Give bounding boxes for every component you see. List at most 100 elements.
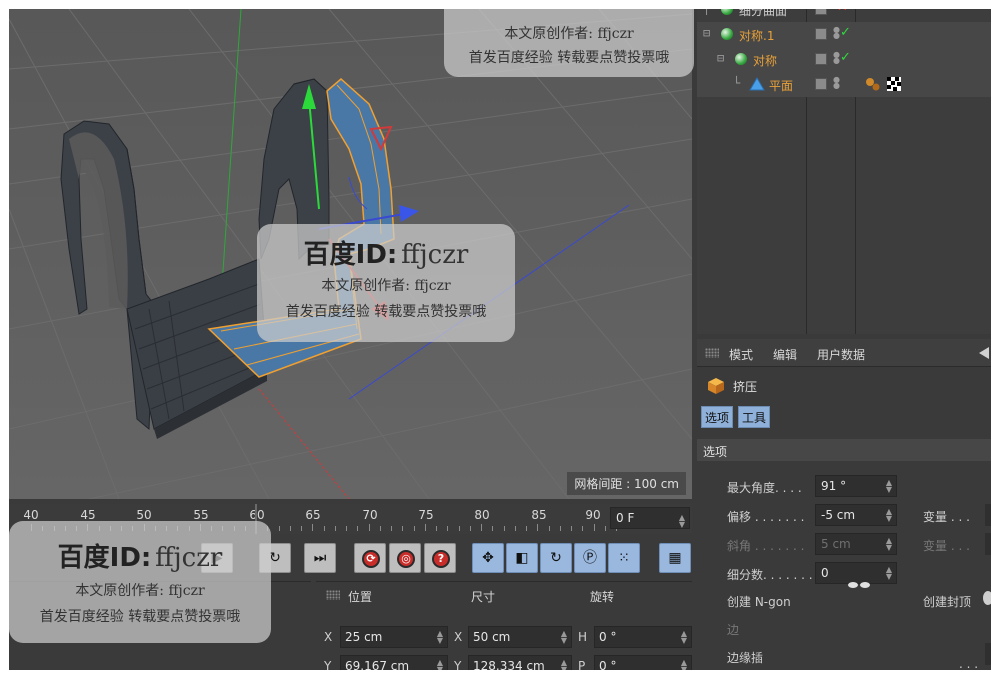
edge-insert-field[interactable] [985, 643, 991, 665]
offset-variance-label: 变量 . . . [923, 510, 970, 524]
size-x-field[interactable]: 50 cm ▲ ▼ [468, 626, 572, 648]
watermark-center: 百度ID: ffjczr 本文原创作者: ffjczr 首发百度经验 转载要点赞… [257, 224, 515, 342]
visibility-dots-icon[interactable]: ● ● [833, 26, 840, 40]
tick-mark [312, 524, 314, 531]
extrude-cube-icon [708, 378, 724, 394]
position-y-field[interactable]: 69.167 cm ▲ ▼ [340, 655, 448, 670]
tick-label: 90 [585, 508, 601, 522]
tick-mark [469, 526, 471, 531]
coordinate-manager[interactable]: 位置 尺寸 旋转 X 25 cm ▲ ▼ X 50 cm ▲ ▼ H 0 ° ▲ ▼ Y 6… [316, 581, 692, 670]
axis-label: Y [324, 659, 332, 670]
tick-mark [492, 526, 494, 531]
edge-insert-label: 边缘插 [727, 651, 764, 665]
tick-label: 40 [23, 508, 39, 522]
tick-mark [413, 526, 415, 531]
tick-mark [582, 526, 584, 531]
enabled-check-icon[interactable]: ✓ [840, 25, 851, 40]
tab-options[interactable]: 选项 [701, 406, 734, 428]
point-key-button[interactable]: ⁙ [608, 543, 640, 573]
tick-mark [278, 526, 280, 531]
autokey-button[interactable]: ◎ [389, 543, 421, 573]
menu-user-data[interactable]: 用户数据 [817, 346, 865, 363]
layer-icon[interactable] [815, 9, 827, 15]
object-row-symmetry-1[interactable]: ⊟ 对称.1 ● ● ✓ [697, 22, 991, 47]
menu-mode[interactable]: 模式 [729, 346, 753, 363]
bevel-field[interactable]: 5 cm ▲ ▼ [815, 533, 897, 555]
size-header: 尺寸 [471, 590, 496, 604]
material-tag-icon[interactable] [887, 77, 901, 91]
create-caps-checkbox[interactable] [983, 591, 991, 605]
bevel-variance-field[interactable] [985, 533, 991, 555]
subdivision-icon [721, 9, 733, 15]
tick-mark [447, 526, 449, 531]
attribute-manager[interactable]: 模式 编辑 用户数据 挤压 选项 工具 选项 最大角度. . . . 91 ° ▲… [697, 339, 991, 670]
attribute-menu-bar: 模式 编辑 用户数据 [697, 339, 991, 367]
record-keys-button[interactable]: ⟳ [354, 543, 386, 573]
object-row-plane[interactable]: └ 平面 ● ● [697, 72, 991, 97]
layer-icon[interactable] [815, 28, 827, 40]
max-angle-field[interactable]: 91 ° ▲ ▼ [815, 475, 897, 497]
tick-mark [514, 526, 516, 531]
tick-mark [323, 526, 325, 531]
tick-label: 50 [136, 508, 152, 522]
object-row-subdivision[interactable]: ├ 细分曲面 ✕ [697, 9, 991, 22]
offset-label: 偏移 . . . . . . . [727, 510, 805, 524]
grip-icon[interactable] [326, 590, 340, 600]
back-arrow-icon[interactable] [979, 347, 989, 359]
tick-mark [503, 526, 505, 531]
object-row-symmetry[interactable]: ⊟ 对称 ● ● ✓ [697, 47, 991, 72]
disabled-x-icon[interactable]: ✕ [837, 9, 848, 15]
cinema4d-window: 网格间距 : 100 cm ├ 细分曲面 ✕ ⊟ 对称.1 ●● ✓ ⊟ 对称 … [9, 9, 991, 670]
size-y-field[interactable]: 128.334 cm ▲ ▼ [468, 655, 572, 670]
tab-tool[interactable]: 工具 [738, 406, 771, 428]
current-frame-field[interactable]: 0 F ▲ ▼ [610, 507, 690, 529]
axis-label: X [454, 630, 463, 644]
move-key-button[interactable]: ✥ [472, 543, 504, 573]
offset-field[interactable]: -5 cm ▲ ▼ [815, 504, 897, 526]
rotate-key-button[interactable]: ↻ [540, 543, 572, 573]
position-header: 位置 [348, 590, 373, 604]
object-name: 平面 [769, 79, 794, 93]
tick-mark [346, 526, 347, 531]
object-name: 对称.1 [739, 29, 775, 43]
tick-label: 65 [305, 508, 321, 522]
axis-label: Y [454, 659, 462, 670]
visibility-dots-icon[interactable]: ● ● [833, 76, 840, 90]
tick-mark [593, 524, 595, 531]
phong-tag-icon[interactable] [865, 77, 881, 91]
tick-label: 85 [531, 508, 547, 522]
object-manager[interactable]: ├ 细分曲面 ✕ ⊟ 对称.1 ●● ✓ ⊟ 对称 ●● ✓ └ [697, 9, 991, 334]
tick-mark [379, 526, 381, 531]
create-caps-label: 创建封顶 [923, 595, 972, 609]
tick-mark [481, 524, 482, 531]
menu-edit[interactable]: 编辑 [773, 346, 797, 363]
layer-icon[interactable] [815, 53, 827, 65]
scale-key-button[interactable]: ◧ [506, 543, 538, 573]
grid-spacing-label: 网格间距 : 100 cm [567, 472, 686, 495]
key-help-button[interactable]: ? [424, 543, 456, 573]
offset-variance-field[interactable] [985, 504, 991, 526]
symmetry-icon [735, 53, 747, 65]
param-key-button[interactable]: Ⓟ [574, 543, 606, 573]
grip-icon[interactable] [705, 348, 719, 358]
tick-mark [391, 526, 392, 531]
go-end-button[interactable]: ⏭ [304, 543, 336, 573]
rotation-h-field[interactable]: 0 ° ▲ ▼ [594, 626, 692, 648]
tick-mark [604, 526, 606, 531]
position-x-field[interactable]: 25 cm ▲ ▼ [340, 626, 448, 648]
visibility-dots-icon[interactable]: ● ● [833, 51, 840, 65]
tick-mark [458, 526, 460, 531]
more-dots: . . . [959, 657, 979, 670]
enabled-check-icon[interactable]: ✓ [840, 50, 851, 65]
tick-label: 70 [362, 508, 378, 522]
timeline-film-button[interactable]: ▦ [659, 543, 691, 573]
edge-label: 边 [727, 623, 740, 637]
bevel-label: 斜角 . . . . . . . [727, 539, 805, 553]
rotation-p-field[interactable]: 0 ° ▲ ▼ [594, 655, 692, 670]
drag-handle-icon[interactable] [847, 580, 871, 588]
layer-icon[interactable] [815, 78, 827, 90]
bevel-variance-label: 变量 . . . [923, 539, 970, 553]
axis-label: X [324, 630, 333, 644]
tick-label: 55 [193, 508, 209, 522]
tick-mark [526, 526, 527, 531]
